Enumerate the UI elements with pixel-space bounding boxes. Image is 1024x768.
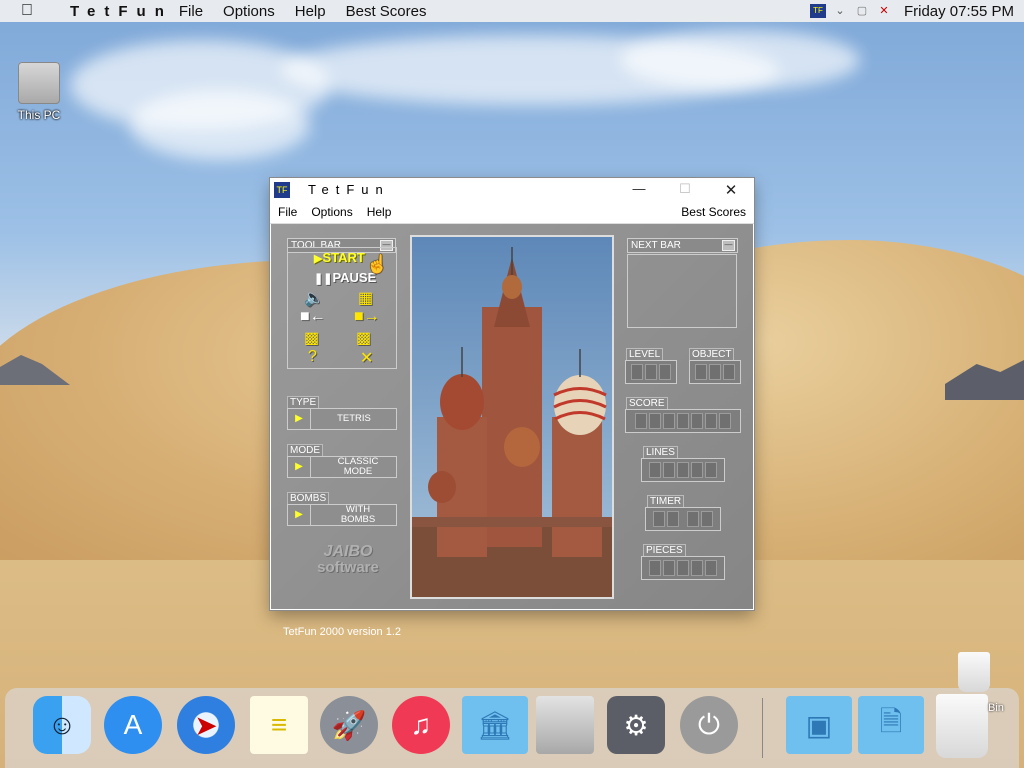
tetfun-window: TF TetFun — ☐ ✕ File Options Help Best S… [270, 178, 754, 638]
game-client-area: TOOL BAR — ▶START ❚❚PAUSE 🔈 ▦ ■← ■→ ▩ ▩ … [271, 224, 753, 638]
start-button[interactable]: ▶START [314, 250, 365, 265]
recycle-bin-icon[interactable] [958, 652, 990, 692]
exit-icon[interactable]: ✕ [360, 348, 373, 368]
type-value: TETRIS [337, 413, 371, 424]
app-store-icon[interactable]: A [104, 696, 162, 754]
arrow-right-icon[interactable]: ▶ [288, 505, 311, 525]
apple-icon[interactable]:  [12, 2, 42, 20]
mode-value: CLASSIC MODE [337, 456, 379, 477]
next-piece-preview [627, 254, 737, 328]
mode-selector[interactable]: ▶ CLASSIC MODE [287, 456, 397, 478]
computer-icon[interactable] [536, 696, 594, 754]
score-display [625, 409, 741, 433]
music-icon[interactable]: ♫ [392, 696, 450, 754]
pieces-display [641, 556, 725, 580]
playfield-background-image [410, 235, 614, 599]
load-game-icon[interactable]: ■← [300, 308, 326, 326]
applications-folder-icon[interactable]: 🏛 [462, 696, 528, 754]
next-bar-header: NEXT BAR — [627, 238, 738, 253]
next-bar-title: NEXT BAR [631, 240, 681, 251]
level-display [625, 360, 677, 384]
menubar-best-scores[interactable]: Best Scores [346, 3, 427, 20]
app-icon: TF [274, 181, 290, 198]
minimize-button[interactable]: — [616, 181, 662, 199]
menu-help[interactable]: Help [367, 205, 392, 219]
dock-separator [762, 698, 763, 758]
piece-editor-icon[interactable]: ▩ [304, 328, 319, 348]
monitor-icon[interactable]: ▢ [854, 4, 870, 18]
next-bar-minimize-button[interactable]: — [722, 240, 735, 251]
window-menu-bar: File Options Help Best Scores [270, 201, 754, 224]
finder-icon[interactable]: ☺ [33, 696, 91, 754]
this-pc-desktop-icon[interactable]: This PC [14, 62, 64, 122]
pause-icon: ❚❚ [314, 273, 333, 285]
object-display [689, 360, 741, 384]
computer-icon [18, 62, 60, 104]
sound-icon[interactable]: 🔈 [304, 288, 324, 308]
help-icon[interactable]: ? [308, 348, 317, 366]
bombs-selector[interactable]: ▶ WITH BOMBS [287, 504, 397, 526]
arrow-right-icon[interactable]: ▶ [288, 409, 311, 429]
menubar-app-name[interactable]: TetFun [70, 3, 173, 20]
notes-icon[interactable]: ≡ [250, 696, 308, 754]
volume-muted-icon[interactable]: ✕ [876, 4, 892, 18]
window-title: TetFun [308, 182, 390, 197]
desktop-icon-label: This PC [17, 108, 61, 122]
menu-best-scores[interactable]: Best Scores [681, 205, 746, 219]
trash-icon[interactable] [936, 694, 988, 758]
maximize-button[interactable]: ☐ [662, 181, 708, 199]
chevron-down-icon[interactable]: ⌄ [832, 4, 848, 18]
menu-file[interactable]: File [278, 205, 297, 219]
save-game-icon[interactable]: ■→ [354, 308, 380, 326]
menu-bar:  TetFun File Options Help Best Scores T… [0, 0, 1024, 22]
power-icon[interactable]: ⏻ [680, 696, 738, 754]
close-button[interactable]: ✕ [708, 181, 754, 199]
launchpad-icon[interactable]: 🚀 [320, 696, 378, 754]
jaibo-software-logo: JAIBO software [317, 543, 379, 576]
menubar-help[interactable]: Help [295, 3, 326, 20]
timer-display [645, 507, 721, 531]
desktop-folder-icon[interactable]: ▣ [786, 696, 852, 754]
cathedral-image [412, 237, 612, 597]
type-selector[interactable]: ▶ TETRIS [287, 408, 397, 430]
hand-cursor-icon: ☝ [366, 254, 389, 274]
blocks-icon[interactable]: ▦ [358, 288, 373, 308]
clock[interactable]: Friday 07:55 PM [904, 3, 1014, 20]
delete-piece-icon[interactable]: ▩ [356, 328, 371, 348]
documents-folder-icon[interactable]: 🗎 [858, 696, 924, 754]
title-bar[interactable]: TF TetFun — ☐ ✕ [270, 178, 754, 201]
system-preferences-icon[interactable]: ⚙ [607, 696, 665, 754]
bin-label: Bin [988, 702, 1004, 714]
arrow-right-icon[interactable]: ▶ [288, 457, 311, 477]
bombs-value: WITH BOMBS [340, 504, 376, 525]
menubar-options[interactable]: Options [223, 3, 275, 20]
menubar-file[interactable]: File [179, 3, 203, 20]
version-text: TetFun 2000 version 1.2 [283, 626, 402, 638]
safari-icon[interactable]: ➤ [177, 696, 235, 754]
tetfun-tray-icon[interactable]: TF [809, 4, 826, 18]
menu-options[interactable]: Options [311, 205, 352, 219]
lines-display [641, 458, 725, 482]
